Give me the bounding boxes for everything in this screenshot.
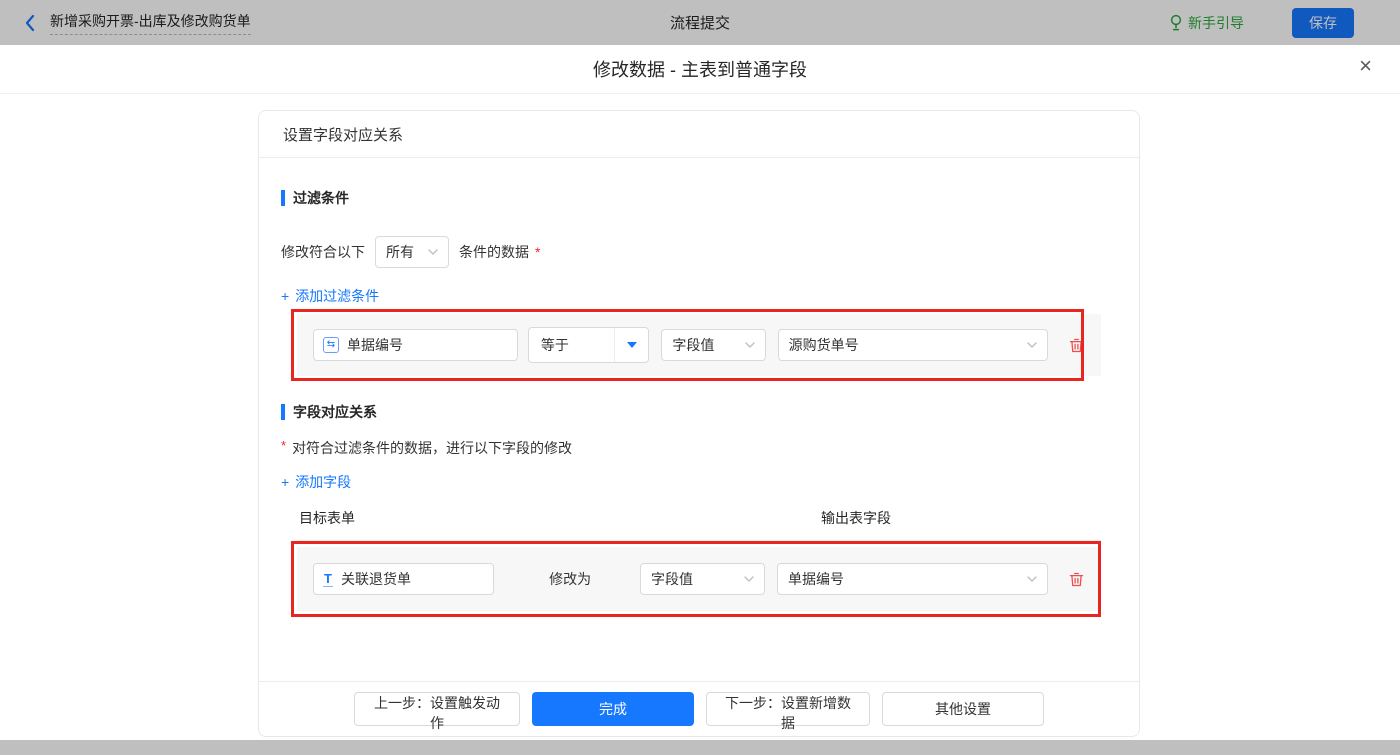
- modify-to-label: 修改为: [549, 569, 598, 589]
- value-field-select[interactable]: 源购货单号: [778, 329, 1048, 361]
- delete-mapping-button[interactable]: [1068, 571, 1085, 588]
- chevron-down-icon: [428, 249, 438, 255]
- add-field-link[interactable]: + 添加字段: [281, 472, 351, 492]
- done-button[interactable]: 完成: [532, 692, 694, 726]
- prev-step-button[interactable]: 上一步：设置触发动作: [354, 692, 520, 726]
- chevron-down-icon: [1027, 576, 1037, 582]
- condition-mode-value: 所有: [386, 242, 428, 262]
- chevron-down-icon: [745, 342, 755, 348]
- mapping-value-type-select[interactable]: 字段值: [640, 563, 765, 595]
- modify-data-modal: 修改数据 - 主表到普通字段 × 设置字段对应关系 过滤条件 修改符合以下 所有: [0, 45, 1400, 740]
- output-field-column-header: 输出表字段: [821, 508, 891, 528]
- condition-mode-row: 修改符合以下 所有 条件的数据 *: [281, 236, 1117, 268]
- value-type-select[interactable]: 字段值: [661, 329, 765, 361]
- plus-icon: +: [281, 288, 289, 304]
- mapping-description: 对符合过滤条件的数据，进行以下字段的修改: [292, 438, 572, 458]
- mapping-description-row: * 对符合过滤条件的数据，进行以下字段的修改: [281, 438, 1117, 458]
- other-settings-button[interactable]: 其他设置: [882, 692, 1044, 726]
- required-asterisk: *: [281, 438, 286, 453]
- target-field-value: 关联退货单: [341, 569, 411, 589]
- target-form-column-header: 目标表单: [299, 510, 355, 526]
- modal-header: 修改数据 - 主表到普通字段 ×: [0, 45, 1400, 94]
- serial-number-field-icon: ⇆: [323, 337, 339, 353]
- mapping-section-label: 字段对应关系: [293, 402, 377, 422]
- delete-condition-button[interactable]: [1068, 337, 1085, 354]
- filter-condition-row-wrap: ⇆ 单据编号 等于 字段值: [281, 314, 1117, 376]
- panel-header: 设置字段对应关系: [259, 111, 1139, 158]
- section-marker-bar: [281, 190, 285, 206]
- mapping-value-field-select[interactable]: 单据编号: [777, 563, 1048, 595]
- add-filter-condition-link[interactable]: + 添加过滤条件: [281, 286, 379, 306]
- operator-value: 等于: [529, 328, 615, 362]
- chevron-down-icon: [744, 576, 754, 582]
- trash-icon: [1068, 337, 1085, 354]
- filter-section-label: 过滤条件: [293, 188, 349, 208]
- mapping-row-wrap: T 关联退货单 修改为 字段值: [281, 547, 1117, 611]
- condition-mode-select[interactable]: 所有: [375, 236, 449, 268]
- condition-prefix-label: 修改符合以下: [281, 242, 365, 262]
- add-filter-condition-label: 添加过滤条件: [295, 286, 379, 306]
- caret-down-icon: [614, 328, 648, 362]
- chevron-down-icon: [1027, 342, 1037, 348]
- value-type-value: 字段值: [672, 335, 744, 355]
- operator-select[interactable]: 等于: [528, 327, 650, 363]
- trash-icon: [1068, 571, 1085, 588]
- filter-field-value: 单据编号: [347, 335, 403, 355]
- filter-field-input[interactable]: ⇆ 单据编号: [313, 329, 518, 361]
- value-field-value: 源购货单号: [789, 335, 1027, 355]
- mapping-section-title: 字段对应关系: [281, 402, 1117, 422]
- plus-icon: +: [281, 474, 289, 490]
- mapping-column-headers: 目标表单 输出表字段: [297, 508, 1101, 541]
- modal-title: 修改数据 - 主表到普通字段: [593, 56, 807, 82]
- section-marker-bar: [281, 404, 285, 420]
- filter-section-title: 过滤条件: [281, 188, 1117, 208]
- field-mapping-panel: 设置字段对应关系 过滤条件 修改符合以下 所有 条件的数据 *: [258, 110, 1140, 737]
- condition-suffix-label: 条件的数据: [459, 242, 529, 262]
- next-step-button[interactable]: 下一步：设置新增数据: [706, 692, 870, 726]
- mapping-row: T 关联退货单 修改为 字段值: [297, 547, 1101, 611]
- target-field-input[interactable]: T 关联退货单: [313, 563, 494, 595]
- panel-footer: 上一步：设置触发动作 完成 下一步：设置新增数据 其他设置: [259, 681, 1139, 736]
- mapping-value-type-value: 字段值: [651, 569, 744, 589]
- mapping-value-field-value: 单据编号: [788, 569, 1027, 589]
- text-field-icon: T: [323, 572, 333, 587]
- filter-condition-row: ⇆ 单据编号 等于 字段值: [297, 314, 1101, 376]
- required-asterisk: *: [535, 244, 540, 260]
- add-field-label: 添加字段: [295, 472, 351, 492]
- close-icon[interactable]: ×: [1359, 55, 1372, 77]
